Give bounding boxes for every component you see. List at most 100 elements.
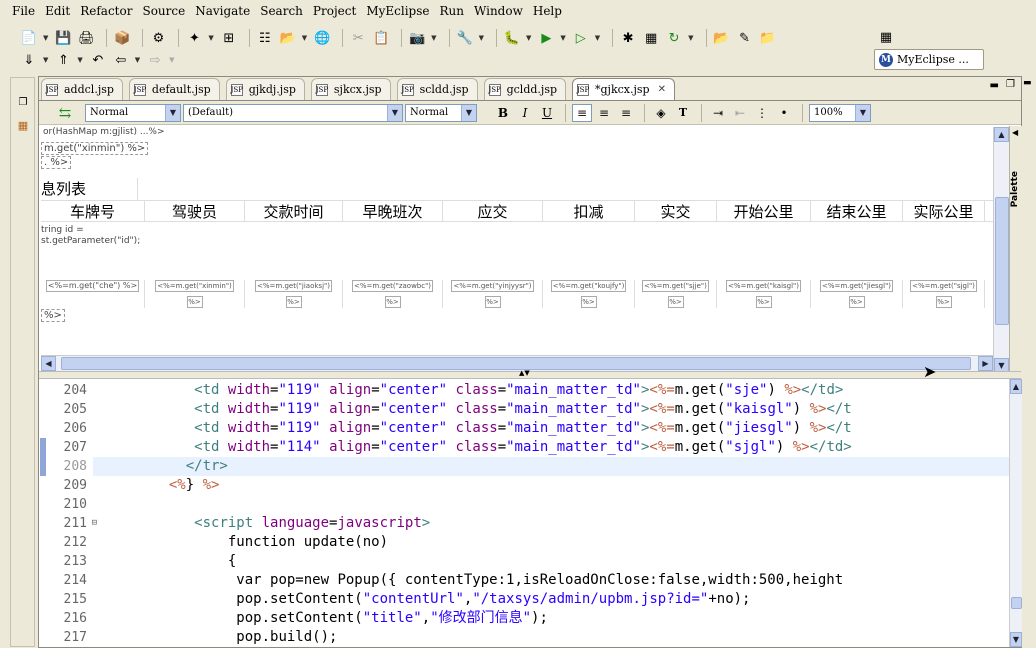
pencil-icon[interactable]: ✎ [736,29,754,47]
external-tools-dropdown-icon[interactable]: ▼ [595,34,600,42]
bullet-list-icon[interactable]: • [774,104,794,122]
scroll-left-icon[interactable]: ◀ [41,356,56,371]
font-select[interactable]: (Default) ▼ [183,103,403,122]
header-cell[interactable]: 驾驶员 [145,201,245,221]
tab-gcldd-jsp[interactable]: JSP gcldd.jsp [483,78,567,100]
menu-navigate[interactable]: Navigate [191,4,254,18]
code-line[interactable]: <script language=javascript> [93,514,1009,533]
folder-edit-icon[interactable]: 📁 [759,29,777,47]
camera-icon[interactable]: 📷 [408,29,426,47]
tools-dropdown-icon[interactable]: ▼ [479,34,484,42]
back-icon[interactable]: ⇦ [112,51,130,69]
editor-minimize-icon[interactable]: ▬ [990,80,999,91]
prev-annotation-icon[interactable]: ⇑ [54,51,72,69]
scrollbar-thumb[interactable] [61,357,971,370]
print-icon[interactable]: 🖨 [77,29,95,47]
code-line[interactable]: pop.setContent("title","修改部门信息"); [93,609,1009,628]
code-line[interactable]: { [93,552,1009,571]
new-package-icon[interactable]: ▦ [642,29,660,47]
next-annotation-icon[interactable]: ⇓ [20,51,38,69]
code-line[interactable]: function update(no) [93,533,1009,552]
globe-icon[interactable]: 🌐 [313,29,331,47]
header-cell[interactable]: 开始公里 [717,201,811,221]
run-icon[interactable]: ▶ [537,29,555,47]
design-view[interactable]: or(HashMap m:gjlist) ...%> m.get("xinmin… [41,126,993,380]
forward-icon[interactable]: ⇨ [146,51,164,69]
header-cell[interactable]: 应交 [443,201,543,221]
scrollbar-thumb[interactable] [1011,597,1022,609]
open-file-icon[interactable]: 📂 [279,29,297,47]
code-line[interactable]: </tr> [93,457,1009,476]
last-edit-icon[interactable]: ↶ [89,51,107,69]
browser-icon[interactable]: ☷ [256,29,274,47]
menu-myeclipse[interactable]: MyEclipse [362,4,433,18]
code-line[interactable]: <td width="114" align="center" class="ma… [93,438,1009,457]
new-icon[interactable]: 📄 [20,29,38,47]
restore-icon[interactable]: ❐ [14,94,32,112]
minimize-icon[interactable]: ▬ [1023,78,1032,88]
bold-button[interactable]: B [493,104,513,122]
table-cell[interactable]: <%=m.get("koujfy") %> [543,280,635,308]
code-editor[interactable]: <td width="119" align="center" class="ma… [93,381,1009,647]
tools-icon[interactable]: 🔧 [456,29,474,47]
back-dropdown-icon[interactable]: ▼ [135,56,140,64]
debug-icon[interactable]: 🐛 [503,29,521,47]
tab-addcl-jsp[interactable]: JSP addcl.jsp [41,78,123,100]
package-icon[interactable]: 📦 [113,29,131,47]
split-arrows-icon[interactable]: ▲▼ [519,369,530,377]
menu-help[interactable]: Help [529,4,566,18]
palette-toggle-icon[interactable]: ◀ [1012,128,1018,137]
table-cell[interactable]: <%=m.get("jiaoksj") %> [245,280,343,308]
source-view[interactable]: 204 205 206 207 208 209 210 211 ⊟ 212 213 214 215 216… [39,379,1009,647]
menu-source[interactable]: Source [138,4,189,18]
jsp-fragment[interactable]: %> [41,309,65,322]
cut-icon[interactable]: ✂ [349,29,367,47]
header-cell[interactable]: 实交 [635,201,717,221]
camera-dropdown-icon[interactable]: ▼ [431,34,436,42]
new-class-icon[interactable]: ✱ [619,29,637,47]
refresh-dropdown-icon[interactable]: ▼ [688,34,693,42]
numbered-list-icon[interactable]: ⋮ [752,104,772,122]
paragraph-style-select[interactable]: Normal ▼ [85,103,181,122]
align-left-icon[interactable]: ≡ [572,103,592,122]
text-color-icon[interactable]: T [673,104,693,122]
menu-edit[interactable]: Edit [41,4,74,18]
tab-gjkdj-jsp[interactable]: JSP gjkdj.jsp [225,78,305,100]
table-cell[interactable]: <%=m.get("yinjyysr") %> [443,280,543,308]
header-cell[interactable]: 早晚班次 [343,201,443,221]
clipboard-icon[interactable]: 📋 [372,29,390,47]
design-horizontal-scrollbar[interactable]: ◀ ▶ [41,355,993,371]
table-cell[interactable]: <%=m.get("zaowbc") %> [343,280,443,308]
code-line[interactable]: <%} %> [93,476,1009,495]
sync-icon[interactable]: ⇆ [55,104,75,122]
open-folder-icon[interactable]: 📂 [713,29,731,47]
debug-dropdown-icon[interactable]: ▼ [526,34,531,42]
scroll-up-icon[interactable]: ▲ [994,127,1009,142]
code-line[interactable]: var pop=new Popup({ contentType:1,isRelo… [93,571,1009,590]
menu-search[interactable]: Search [256,4,307,18]
header-cell[interactable]: 交款时间 [245,201,343,221]
wizard-dropdown-icon[interactable]: ▼ [208,34,213,42]
source-vertical-scrollbar[interactable]: ▲ ▼ [1009,379,1022,647]
header-cell[interactable]: 结束公里 [811,201,903,221]
code-line[interactable]: pop.setContent("contentUrl","/taxsys/adm… [93,590,1009,609]
menu-project[interactable]: Project [309,4,360,18]
external-tools-icon[interactable]: ▷ [572,29,590,47]
palette-panel[interactable]: ◀ Palette [1009,126,1022,380]
code-line[interactable] [93,495,1009,514]
header-cell[interactable]: 扣减 [543,201,635,221]
jsp-fragment[interactable]: m.get("xinmin") %> [41,142,149,155]
close-icon[interactable]: ✕ [658,84,666,95]
header-cell[interactable]: 实际公里 [903,201,985,221]
menu-file[interactable]: File [8,4,39,18]
table-cell[interactable]: <%=m.get("xinmin") %> [145,280,245,308]
design-vertical-scrollbar[interactable]: ▲ ▼ [993,127,1009,373]
tab-scldd-jsp[interactable]: JSP scldd.jsp [396,78,478,100]
table-cell[interactable]: <%=m.get("che") %> [41,280,145,308]
jsp-fragment[interactable]: . %> [41,156,72,169]
table-cell[interactable]: <%=m.get("sjgl") %> [903,280,985,308]
prev-annotation-dropdown-icon[interactable]: ▼ [77,56,82,64]
scroll-down-icon[interactable]: ▼ [1010,632,1022,647]
underline-button[interactable]: U [537,104,557,122]
scroll-right-icon[interactable]: ▶ [978,356,993,371]
